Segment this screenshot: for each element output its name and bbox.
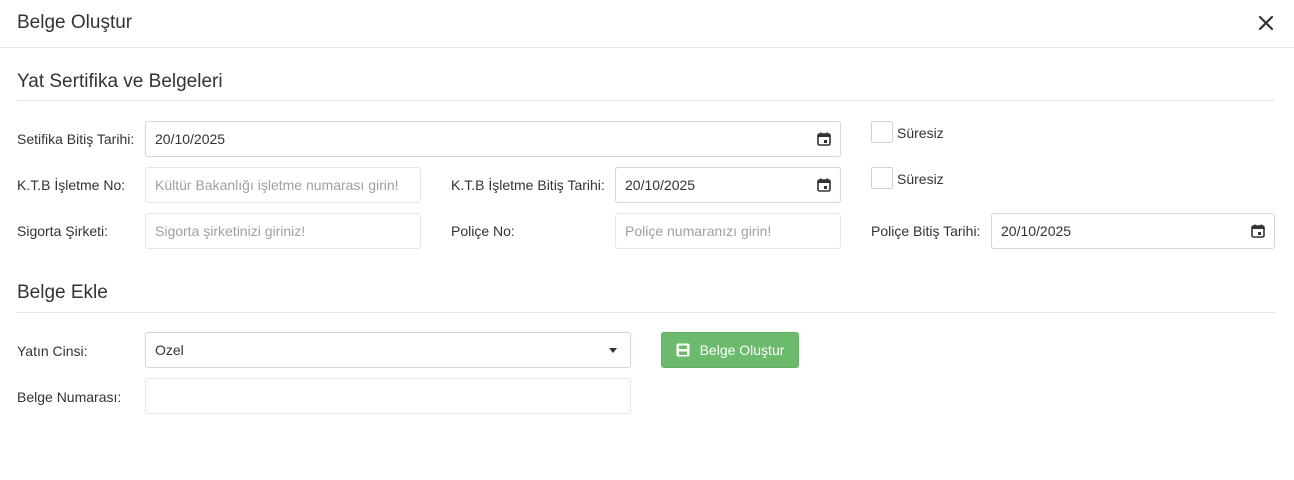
cert-end-date-input[interactable]: 20/10/2025: [145, 121, 841, 157]
policy-no-label: Poliçe No:: [451, 223, 515, 239]
yacht-type-select[interactable]: Ozel: [145, 332, 631, 368]
ktb-end-date-input[interactable]: 20/10/2025: [615, 167, 841, 203]
create-document-label: Belge Oluştur: [699, 342, 785, 358]
close-button[interactable]: [1256, 13, 1276, 33]
cert-unlimited-checkbox[interactable]: [871, 121, 893, 143]
section-divider: [17, 312, 1275, 313]
policy-no-placeholder: Poliçe numaranızı girin!: [625, 223, 772, 239]
chevron-down-icon: [609, 347, 617, 353]
ktb-no-placeholder: Kültür Bakanlığı işletme numarası girin!: [155, 177, 399, 193]
insurance-placeholder: Sigorta şirketinizi giriniz!: [155, 223, 306, 239]
close-icon[interactable]: [1256, 13, 1276, 33]
calendar-icon[interactable]: [817, 178, 831, 192]
policy-no-input[interactable]: Poliçe numaranızı girin!: [615, 213, 841, 249]
cert-unlimited-label: Süresiz: [897, 125, 944, 141]
create-document-button[interactable]: Belge Oluştur: [661, 332, 799, 368]
doc-number-input[interactable]: [145, 378, 631, 414]
calendar-icon[interactable]: [817, 132, 831, 146]
save-icon: [676, 343, 690, 357]
yacht-type-value: Ozel: [155, 342, 184, 358]
calendar-icon[interactable]: [1251, 224, 1265, 238]
ktb-no-input[interactable]: Kültür Bakanlığı işletme numarası girin!: [145, 167, 421, 203]
section-divider: [17, 100, 1275, 101]
modal-header: Belge Oluştur: [0, 0, 1294, 48]
policy-end-date-value: 20/10/2025: [1001, 223, 1072, 239]
section-title-add-document: Belge Ekle: [17, 282, 108, 303]
yacht-type-label: Yatın Cinsi:: [17, 343, 88, 359]
ktb-end-label: K.T.B İşletme Bitiş Tarihi:: [451, 177, 605, 193]
section-title-certificates: Yat Sertifika ve Belgeleri: [17, 71, 223, 92]
insurance-input[interactable]: Sigorta şirketinizi giriniz!: [145, 213, 421, 249]
policy-end-date-input[interactable]: 20/10/2025: [991, 213, 1275, 249]
modal-title: Belge Oluştur: [17, 12, 133, 33]
cert-end-date-value: 20/10/2025: [155, 131, 226, 147]
ktb-unlimited-checkbox[interactable]: [871, 167, 893, 189]
doc-number-label: Belge Numarası:: [17, 389, 122, 405]
insurance-label: Sigorta Şirketi:: [17, 223, 109, 239]
cert-end-label: Setifika Bitiş Tarihi:: [17, 131, 135, 147]
policy-end-label: Poliçe Bitiş Tarihi:: [871, 223, 981, 239]
ktb-no-label: K.T.B İşletme No:: [17, 177, 126, 193]
ktb-unlimited-label: Süresiz: [897, 171, 944, 187]
ktb-end-date-value: 20/10/2025: [625, 177, 696, 193]
